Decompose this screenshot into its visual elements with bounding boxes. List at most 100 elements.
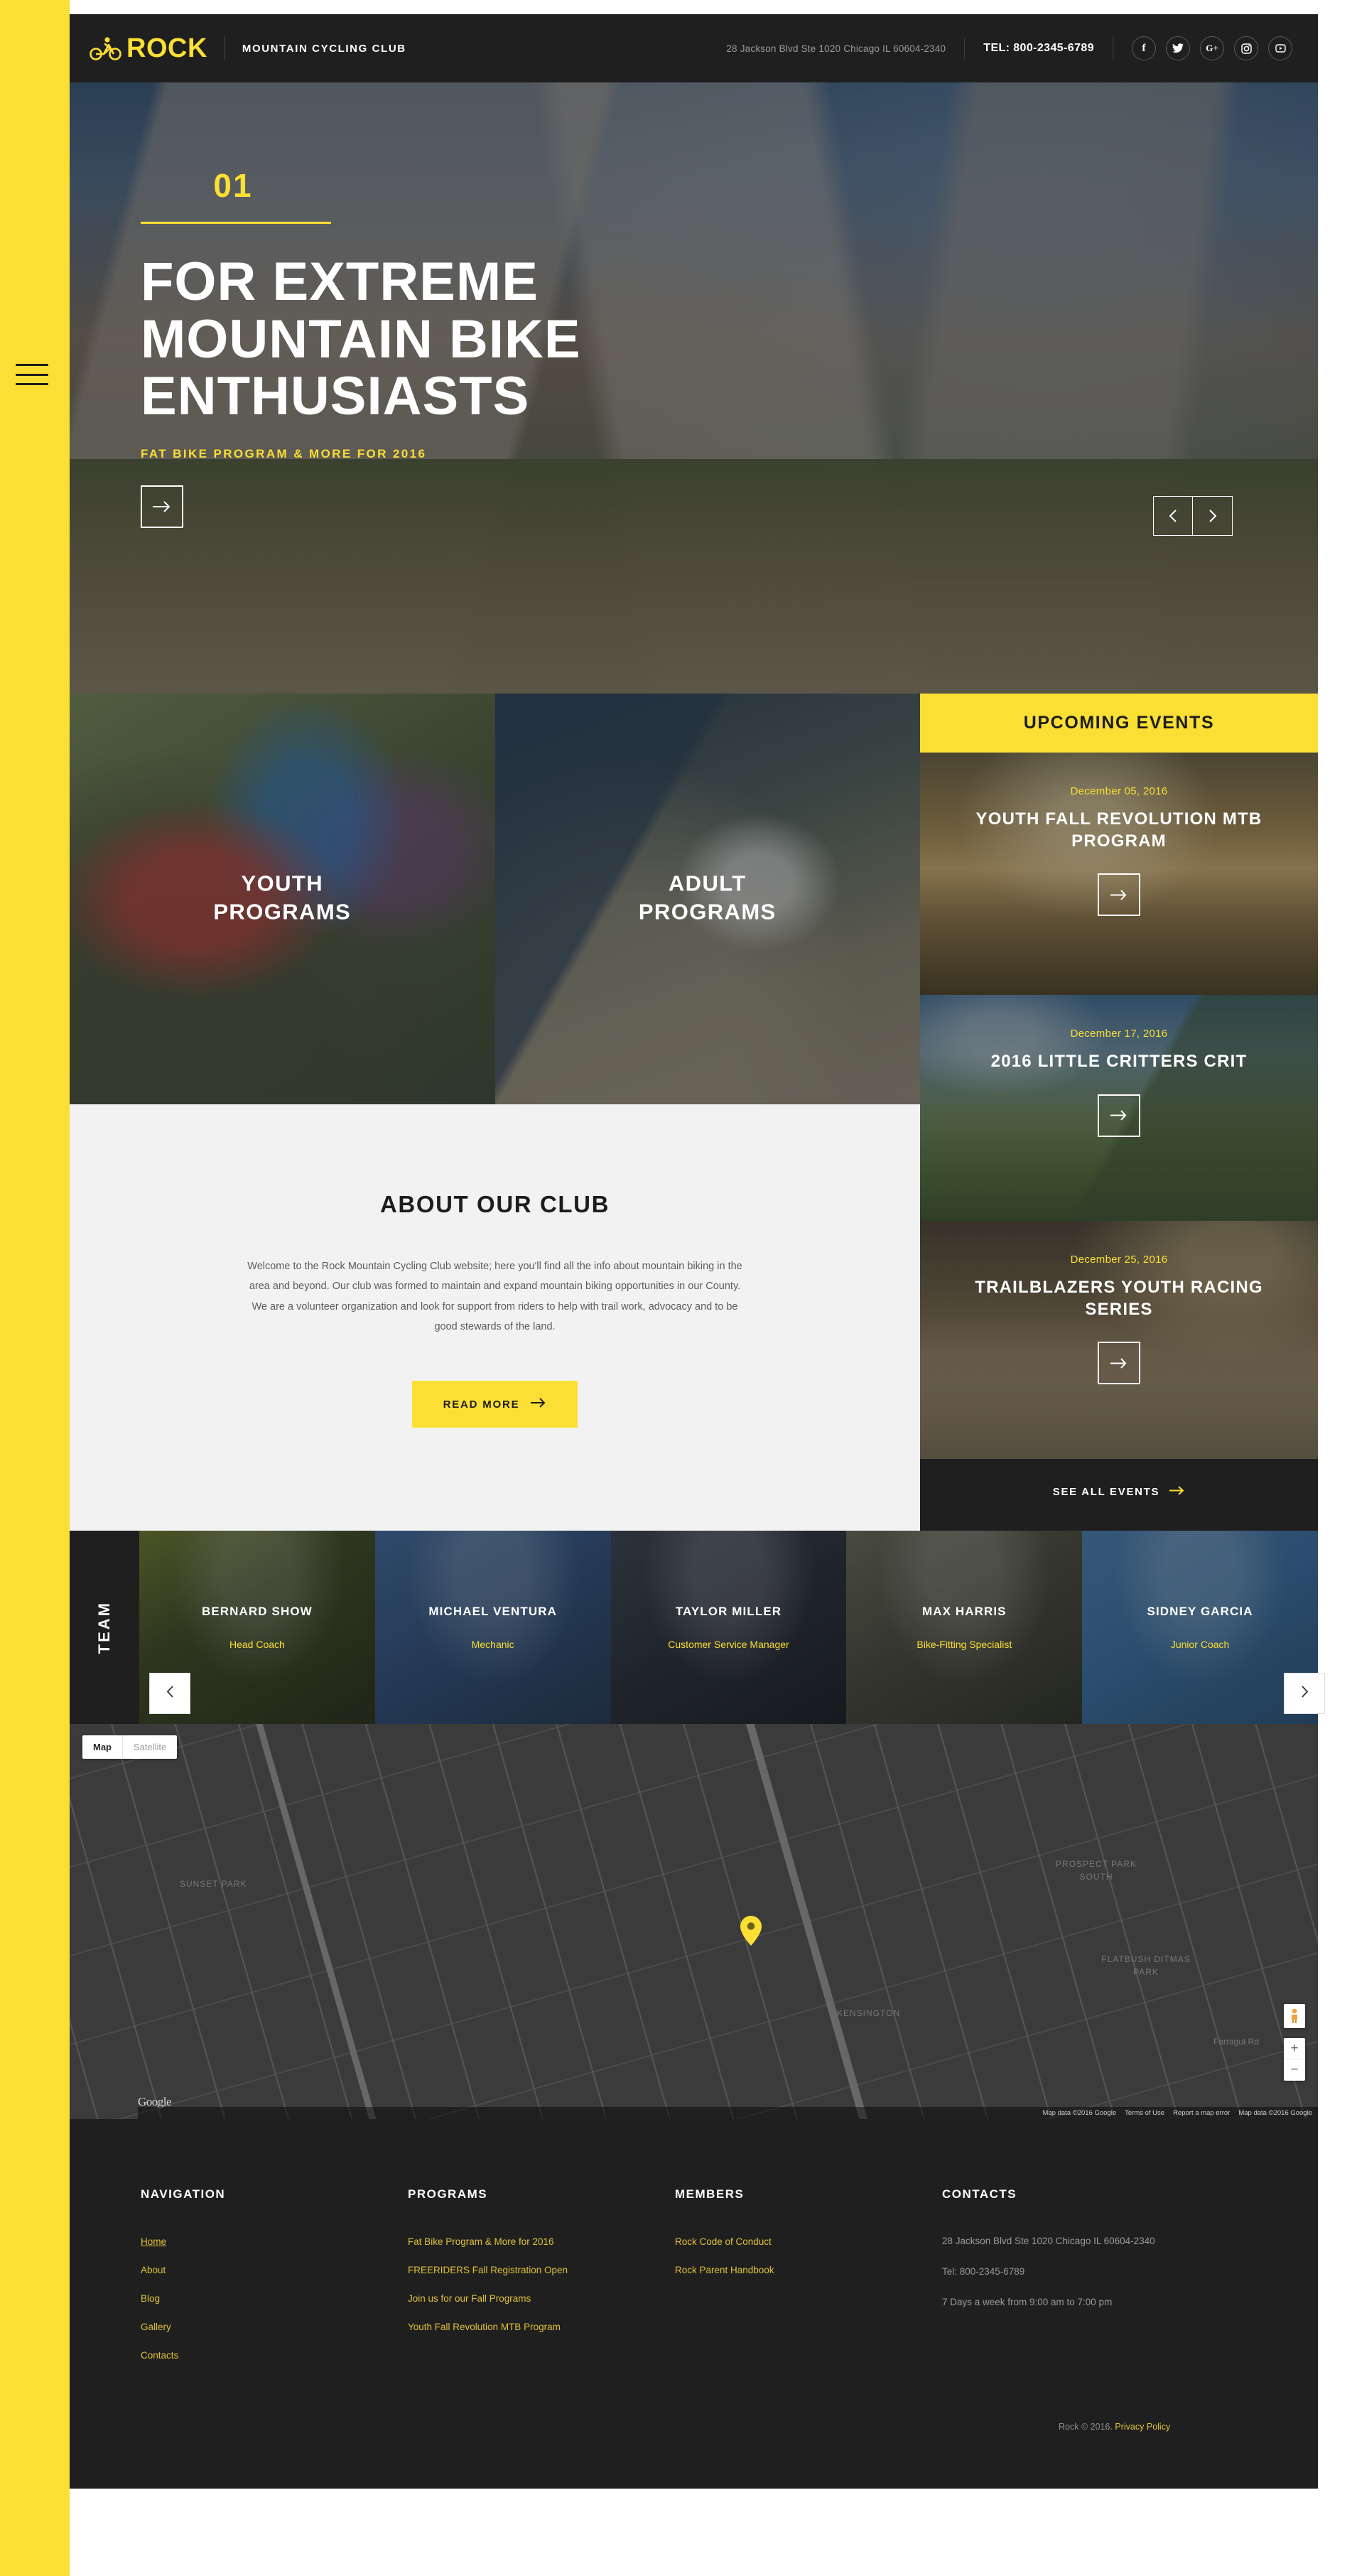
footer-link-program-1[interactable]: Fat Bike Program & More for 2016 xyxy=(408,2236,554,2247)
event-link-button[interactable] xyxy=(1098,873,1140,917)
member-role: Head Coach xyxy=(229,1639,285,1650)
event-card[interactable]: December 17, 2016 2016 LITTLE CRITTERS C… xyxy=(920,995,1318,1221)
read-more-button[interactable]: READ MORE xyxy=(411,1381,578,1428)
about-section: ABOUT OUR CLUB Welcome to the Rock Mount… xyxy=(70,1104,920,1531)
event-date: December 17, 2016 xyxy=(1070,1028,1168,1040)
footer-column-navigation: NAVIGATION Home About Blog Gallery Conta… xyxy=(141,2187,408,2378)
footer-link-program-2[interactable]: FREERIDERS Fall Registration Open xyxy=(408,2265,568,2275)
event-card[interactable]: December 25, 2016 TRAILBLAZERS YOUTH RAC… xyxy=(920,1221,1318,1459)
footer-link-blog[interactable]: Blog xyxy=(141,2293,160,2304)
team-prev-button[interactable] xyxy=(149,1673,190,1714)
chevron-left-icon xyxy=(166,1686,174,1701)
hero-title: FOR EXTREME MOUNTAIN BIKE ENTHUSIASTS xyxy=(141,252,581,427)
program-tile-youth[interactable]: YOUTH PROGRAMS xyxy=(70,694,495,1104)
social-links: f G+ xyxy=(1132,36,1292,60)
map-type-satellite-button[interactable]: Satellite xyxy=(123,1735,177,1759)
member-name: SIDNEY GARCIA xyxy=(1147,1605,1253,1618)
header-address: 28 Jackson Blvd Ste 1020 Chicago IL 6060… xyxy=(726,43,946,54)
site-footer: NAVIGATION Home About Blog Gallery Conta… xyxy=(70,2119,1318,2489)
hero-rule xyxy=(141,222,331,224)
see-all-events-link[interactable]: SEE ALL EVENTS xyxy=(920,1459,1318,1524)
hamburger-bar xyxy=(16,373,48,376)
chevron-left-icon xyxy=(1169,510,1177,522)
program-tiles: YOUTH PROGRAMS ADULT PROGRAMS xyxy=(70,694,920,1104)
arrow-right-icon xyxy=(1169,1485,1185,1498)
map-pin-icon[interactable] xyxy=(740,1916,762,1949)
footer-link-program-3[interactable]: Join us for our Fall Programs xyxy=(408,2293,531,2304)
program-tile-adult[interactable]: ADULT PROGRAMS xyxy=(494,694,921,1104)
map-tiles xyxy=(70,1724,1318,2119)
event-date: December 05, 2016 xyxy=(1070,785,1168,797)
footer-link-home[interactable]: Home xyxy=(141,2236,166,2247)
member-role: Junior Coach xyxy=(1170,1639,1230,1650)
footer-link-program-4[interactable]: Youth Fall Revolution MTB Program xyxy=(408,2322,561,2332)
event-link-button[interactable] xyxy=(1098,1094,1140,1137)
map-attr-report[interactable]: Report a map error xyxy=(1173,2109,1230,2117)
footer-link-parent-handbook[interactable]: Rock Parent Handbook xyxy=(675,2265,774,2275)
hero-cta-button[interactable] xyxy=(141,485,183,528)
map-zoom-out-button[interactable]: − xyxy=(1284,2059,1305,2081)
arrow-right-icon xyxy=(153,500,171,512)
map-type-map-button[interactable]: Map xyxy=(82,1735,123,1759)
team-member-card[interactable]: SIDNEY GARCIA Junior Coach xyxy=(1082,1531,1318,1724)
footer-link-code-of-conduct[interactable]: Rock Code of Conduct xyxy=(675,2236,772,2247)
copyright: Rock © 2016. Privacy Policy xyxy=(70,2422,1318,2432)
map-zoom-in-button[interactable]: + xyxy=(1284,2038,1305,2059)
map-zoom-controls[interactable]: + − xyxy=(1284,2038,1305,2081)
instagram-icon[interactable] xyxy=(1234,36,1258,60)
twitter-icon[interactable] xyxy=(1166,36,1190,60)
list-item: Gallery xyxy=(141,2321,408,2334)
privacy-policy-link[interactable]: Privacy Policy xyxy=(1115,2422,1170,2432)
program-title-line2: PROGRAMS xyxy=(213,899,352,924)
map-attribution: Map data ©2016 Google Terms of Use Repor… xyxy=(138,2107,1318,2119)
footer-link-gallery[interactable]: Gallery xyxy=(141,2322,171,2332)
event-link-button[interactable] xyxy=(1098,1342,1140,1385)
youtube-icon[interactable] xyxy=(1268,36,1292,60)
team-member-card[interactable]: MICHAEL VENTURA Mechanic xyxy=(374,1531,611,1724)
chevron-right-icon xyxy=(1301,1686,1309,1701)
footer-column-title: NAVIGATION xyxy=(141,2187,226,2201)
read-more-label: READ MORE xyxy=(443,1398,520,1411)
chevron-right-icon xyxy=(1208,510,1217,522)
hero-prev-button[interactable] xyxy=(1153,496,1193,536)
map-attr-data: Map data ©2016 Google xyxy=(1042,2109,1117,2117)
map-attr-terms[interactable]: Terms of Use xyxy=(1125,2109,1164,2117)
hero-nav xyxy=(1153,496,1233,536)
map-type-toggle[interactable]: Map Satellite xyxy=(82,1735,178,1759)
footer-contact-list: 28 Jackson Blvd Ste 1020 Chicago IL 6060… xyxy=(942,2236,1318,2307)
team-member-card[interactable]: MAX HARRIS Bike-Fitting Specialist xyxy=(846,1531,1083,1724)
location-map[interactable]: SUNSET PARK PROSPECT PARK SOUTH FLATBUSH… xyxy=(70,1724,1318,2119)
header-phone[interactable]: TEL: 800-2345-6789 xyxy=(983,42,1094,55)
program-title-line1: YOUTH xyxy=(241,871,323,896)
team-label-text: TEAM xyxy=(95,1600,113,1654)
list-item: Blog xyxy=(141,2292,408,2305)
tile-body: ADULT PROGRAMS xyxy=(495,828,921,969)
hero-cta-wrap xyxy=(141,485,780,528)
footer-column-title: MEMBERS xyxy=(674,2187,745,2201)
footer-link-about[interactable]: About xyxy=(141,2265,166,2275)
footer-column-programs: PROGRAMS Fat Bike Program & More for 201… xyxy=(408,2187,675,2378)
google-plus-icon[interactable]: G+ xyxy=(1200,36,1224,60)
member-role: Customer Service Manager xyxy=(668,1639,789,1650)
footer-link-list: Rock Code of Conduct Rock Parent Handboo… xyxy=(675,2236,942,2277)
street-view-pegman-button[interactable] xyxy=(1284,2004,1305,2028)
footer-link-list: Fat Bike Program & More for 2016 FREERID… xyxy=(408,2236,675,2334)
team-member-card[interactable]: TAYLOR MILLER Customer Service Manager xyxy=(610,1531,847,1724)
team-next-button[interactable] xyxy=(1284,1673,1325,1714)
menu-toggle-button[interactable] xyxy=(16,364,48,385)
footer-column-contacts: CONTACTS 28 Jackson Blvd Ste 1020 Chicag… xyxy=(942,2187,1318,2378)
event-body: December 25, 2016 TRAILBLAZERS YOUTH RAC… xyxy=(920,1254,1318,1385)
facebook-icon[interactable]: f xyxy=(1132,36,1156,60)
brand[interactable]: ROCK MOUNTAIN CYCLING CLUB xyxy=(90,35,406,62)
hero-content: 01 FOR EXTREME MOUNTAIN BIKE ENTHUSIASTS… xyxy=(141,166,780,528)
cyclist-icon xyxy=(90,36,122,60)
event-card[interactable]: December 05, 2016 YOUTH FALL REVOLUTION … xyxy=(920,753,1318,995)
member-body: MAX HARRIS Bike-Fitting Specialist xyxy=(846,1605,1082,1650)
event-body: December 05, 2016 YOUTH FALL REVOLUTION … xyxy=(920,785,1318,917)
footer-columns: NAVIGATION Home About Blog Gallery Conta… xyxy=(70,2187,1318,2378)
hero-next-button[interactable] xyxy=(1193,496,1233,536)
list-item: About xyxy=(141,2264,408,2277)
list-item: FREERIDERS Fall Registration Open xyxy=(408,2264,675,2277)
footer-link-contacts[interactable]: Contacts xyxy=(141,2350,178,2361)
event-title: 2016 LITTLE CRITTERS CRIT xyxy=(990,1052,1248,1071)
